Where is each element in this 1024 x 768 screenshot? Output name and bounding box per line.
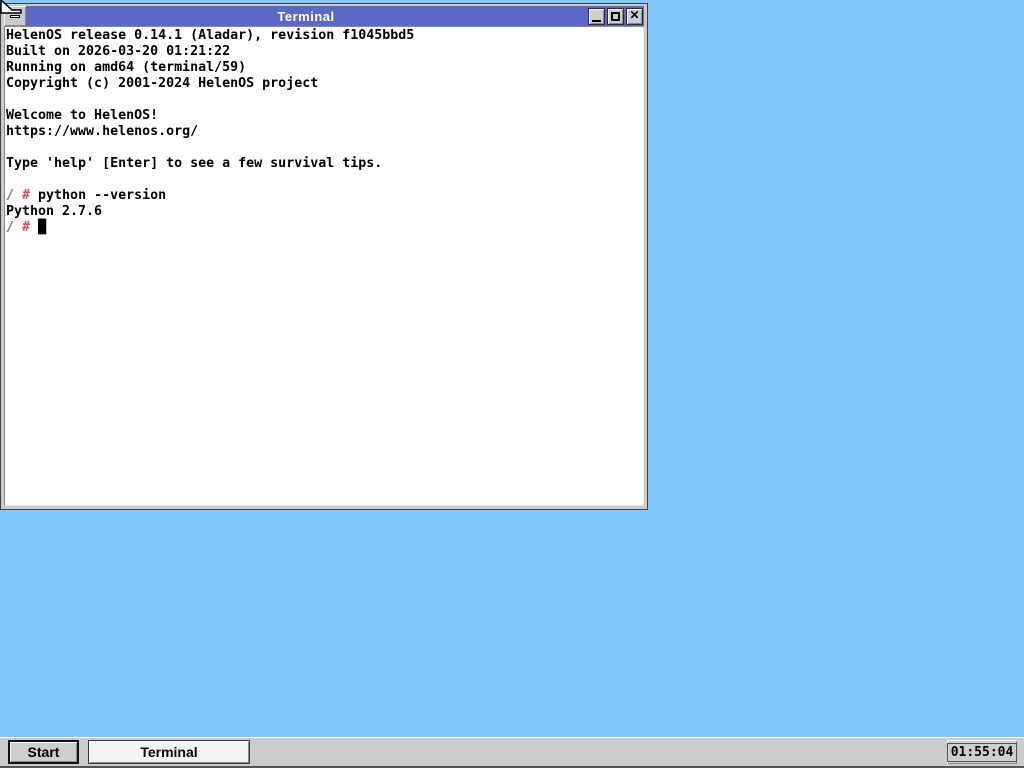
window-title: Terminal	[277, 8, 335, 24]
window-titlebar[interactable]: Terminal ✕	[4, 6, 644, 26]
taskbar-clock: 01:55:04	[946, 740, 1018, 764]
terminal-window: Terminal ✕ HelenOS release 0.14.1 (Alada…	[0, 3, 648, 510]
desktop: { "window": { "title": "Terminal", "cont…	[0, 0, 1024, 768]
minimize-icon	[592, 19, 601, 22]
terminal-line: Running on amd64 (terminal/59)	[6, 60, 247, 75]
window-title-area: Terminal	[26, 6, 586, 26]
taskbar-window-button-terminal[interactable]: Terminal	[88, 740, 250, 764]
terminal-line: Type 'help' [Enter] to see a few surviva…	[6, 156, 383, 171]
terminal-line: Built on 2026-03-20 01:21:22	[6, 44, 231, 59]
terminal-line: https://www.helenos.org/	[6, 124, 199, 139]
terminal-line: HelenOS release 0.14.1 (Aladar), revisio…	[6, 28, 415, 43]
close-icon: ✕	[629, 8, 640, 22]
terminal-line: / # python --version	[6, 188, 167, 203]
minimize-button[interactable]	[588, 7, 605, 25]
clock-value: 01:55:04	[946, 742, 1018, 762]
window-menu-button[interactable]	[4, 6, 26, 26]
terminal-line: Python 2.7.6	[6, 204, 103, 219]
taskbar: Start Terminal 01:55:04	[0, 737, 1024, 768]
maximize-icon	[611, 11, 620, 21]
start-button[interactable]: Start	[8, 740, 79, 764]
window-controls: ✕	[586, 6, 644, 26]
close-button[interactable]: ✕	[626, 7, 643, 25]
terminal-line: Welcome to HelenOS!	[6, 108, 159, 123]
terminal-line: Copyright (c) 2001-2024 HelenOS project	[6, 76, 319, 91]
window-menu-icon	[10, 14, 20, 18]
terminal-screen[interactable]: HelenOS release 0.14.1 (Aladar), revisio…	[4, 26, 644, 506]
maximize-button[interactable]	[607, 7, 624, 25]
terminal-line: / # █	[6, 220, 47, 235]
